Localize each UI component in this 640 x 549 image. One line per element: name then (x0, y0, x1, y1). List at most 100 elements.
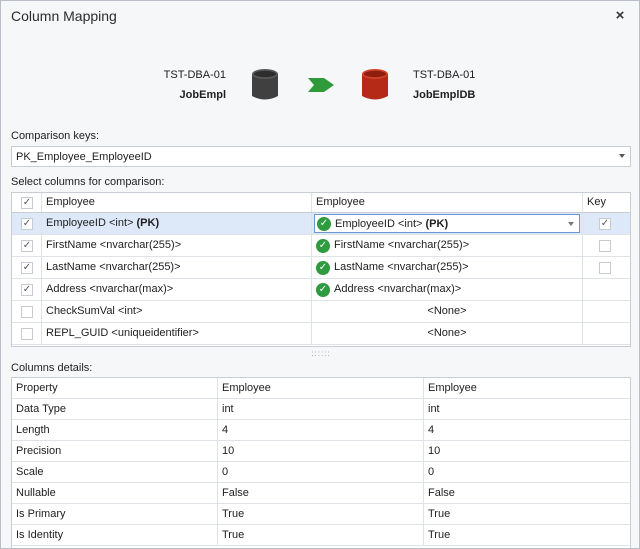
property-name: Is Identity (16, 529, 64, 541)
source-column-name: LastName <nvarchar(255)> (46, 261, 181, 273)
target-column-type: <nvarchar(255)> (384, 261, 469, 273)
row-checkbox-cell: ✓ (12, 279, 42, 300)
key-checkbox[interactable]: ✓ (599, 218, 611, 230)
target-column-type: <nvarchar(max)> (374, 283, 462, 295)
target-column-name: LastName <nvarchar(255)> (334, 261, 469, 273)
target-property-value-cell: True (424, 504, 630, 524)
row-checkbox[interactable]: ✓ (21, 240, 33, 252)
source-column-type: <nvarchar(255)> (96, 261, 181, 273)
property-name: Data Type (16, 403, 66, 415)
select-all-checkbox[interactable]: ✓ (21, 197, 33, 209)
table-row: Length 4 4 (12, 420, 630, 441)
check-circle-icon: ✓ (316, 283, 330, 297)
table-row[interactable]: ✓ LastName <nvarchar(255)> ✓ LastName <nvar… (12, 257, 630, 279)
source-property-value: 10 (222, 445, 235, 457)
table-row: Nullable False False (12, 483, 630, 504)
key-checkbox[interactable] (599, 240, 611, 252)
source-column-label: REPL_GUID (46, 327, 109, 339)
property-name-cell: Is Identity (12, 525, 218, 545)
table-row: Is Identity True True (12, 525, 630, 546)
target-property-value-cell: False (424, 483, 630, 503)
columns-details-grid: Property Employee Employee Data Type int i… (11, 377, 631, 548)
source-property-value: True (222, 529, 245, 541)
table-row[interactable]: ✓ EmployeeID <int> (PK) ✓ EmployeeID <int> … (12, 213, 630, 235)
column-mapping-dialog: Column Mapping × TST-DBA-01 JobEmpl TST-… (0, 0, 640, 549)
property-name: Scale (16, 466, 44, 478)
target-column-cell[interactable]: ✓ Address <nvarchar(max)> (312, 279, 583, 300)
source-details-header: Employee (222, 382, 271, 394)
key-column-header[interactable]: Key (587, 196, 606, 208)
row-checkbox[interactable]: ✓ (21, 218, 33, 230)
source-column-cell: REPL_GUID <uniqueidentifier> (42, 323, 312, 344)
source-column-type: <nvarchar(max)> (86, 283, 174, 295)
target-property-value: True (428, 529, 451, 541)
source-property-value-cell: int (218, 399, 424, 419)
property-name-cell: Data Type (12, 399, 218, 419)
arrow-right-icon (308, 78, 334, 92)
key-cell (583, 323, 630, 344)
source-column-cell: FirstName <nvarchar(255)> (42, 235, 312, 256)
row-checkbox-cell: ✓ (12, 235, 42, 256)
row-checkbox-cell (12, 301, 42, 322)
source-column-name: EmployeeID <int> (PK) (46, 217, 159, 229)
property-name-cell: Precision (12, 441, 218, 461)
target-property-value: 10 (428, 445, 441, 457)
source-property-value-cell: True (218, 525, 424, 545)
key-checkbox[interactable] (599, 262, 611, 274)
splitter-handle[interactable]: :::::: (310, 350, 332, 358)
chevron-down-icon[interactable] (619, 154, 625, 158)
source-column-label: Address (46, 283, 87, 295)
target-column-cell[interactable]: <None> (312, 301, 583, 322)
target-column-cell[interactable]: ✓ FirstName <nvarchar(255)> (312, 235, 583, 256)
source-column-cell: LastName <nvarchar(255)> (42, 257, 312, 278)
row-checkbox[interactable]: ✓ (21, 262, 33, 274)
source-property-value: False (222, 487, 249, 499)
target-column-cell[interactable]: ✓ EmployeeID <int> (PK) (312, 213, 583, 234)
property-name-cell: Is Primary (12, 504, 218, 524)
source-property-value: int (222, 403, 234, 415)
table-row[interactable]: ✓ FirstName <nvarchar(255)> ✓ FirstName <nv… (12, 235, 630, 257)
check-circle-icon: ✓ (317, 217, 331, 231)
target-property-value: True (428, 508, 451, 520)
key-cell (583, 301, 630, 322)
row-checkbox[interactable] (21, 328, 33, 340)
target-property-value-cell: 10 (424, 441, 630, 461)
target-column-cell[interactable]: <None> (312, 323, 583, 344)
target-column-cell[interactable]: ✓ LastName <nvarchar(255)> (312, 257, 583, 278)
primary-key-marker: (PK) (425, 218, 449, 230)
property-name: Precision (16, 445, 62, 457)
comparison-keys-dropdown[interactable]: PK_Employee_EmployeeID (11, 146, 631, 167)
table-row: Is Primary True True (12, 504, 630, 525)
target-details-header: Employee (428, 382, 477, 394)
target-database-label: JobEmplDB (413, 89, 476, 101)
columns-details-label: Columns details: (11, 362, 93, 374)
target-property-value-cell: True (424, 525, 630, 545)
table-row: Precision 10 10 (12, 441, 630, 462)
property-name: Is Primary (16, 508, 66, 520)
target-column-dropdown[interactable]: ✓ EmployeeID <int> (PK) (314, 214, 580, 233)
close-button[interactable]: × (611, 7, 629, 25)
target-property-value-cell: 4 (424, 420, 630, 440)
source-column-header[interactable]: Employee (46, 196, 95, 208)
target-column-label: FirstName (334, 239, 385, 251)
source-column-label: EmployeeID (46, 217, 106, 229)
table-row[interactable]: ✓ Address <nvarchar(max)> ✓ Address <nvarch… (12, 279, 630, 301)
row-checkbox[interactable] (21, 306, 33, 318)
table-row[interactable]: CheckSumVal <int> <None> (12, 301, 630, 323)
check-circle-icon: ✓ (316, 261, 330, 275)
mapping-header-row: ✓ Employee Employee Key (12, 193, 630, 213)
source-property-value-cell: False (218, 483, 424, 503)
source-column-cell: Address <nvarchar(max)> (42, 279, 312, 300)
target-column-header[interactable]: Employee (316, 196, 365, 208)
key-cell: ✓ (583, 213, 630, 234)
table-row[interactable]: REPL_GUID <uniqueidentifier> <None> (12, 323, 630, 345)
row-checkbox[interactable]: ✓ (21, 284, 33, 296)
target-column-type: <int> (394, 218, 426, 230)
source-property-value-cell: 0 (218, 462, 424, 482)
row-checkbox-cell (12, 323, 42, 344)
key-cell (583, 235, 630, 256)
chevron-down-icon[interactable] (568, 222, 574, 226)
source-column-name: FirstName <nvarchar(255)> (46, 239, 181, 251)
target-server-label: TST-DBA-01 (413, 69, 476, 81)
target-property-value: 0 (428, 466, 435, 478)
